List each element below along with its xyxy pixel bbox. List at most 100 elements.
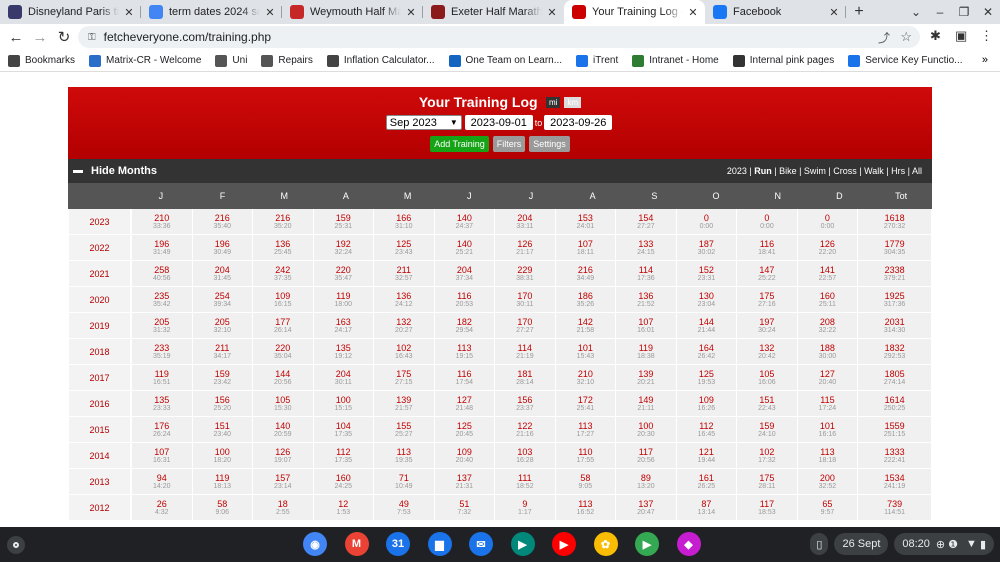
month-cell[interactable]: 125 19:53 <box>676 365 737 391</box>
month-cell[interactable]: 211 32:57 <box>374 261 434 287</box>
month-cell[interactable]: 112 16:45 <box>676 417 737 443</box>
share-icon[interactable]: ⤴ <box>878 29 890 46</box>
month-cell[interactable]: 135 19:12 <box>313 339 374 365</box>
filter-link-hrs[interactable]: Hrs <box>891 166 905 176</box>
month-cell[interactable]: 127 21:48 <box>434 391 495 417</box>
month-cell[interactable]: 119 18:13 <box>192 469 253 495</box>
unit-km-toggle[interactable]: km <box>564 97 582 108</box>
month-cell[interactable]: 216 34:49 <box>555 261 616 287</box>
month-cell[interactable]: 242 37:35 <box>253 261 313 287</box>
month-cell[interactable]: 156 23:37 <box>495 391 555 417</box>
bookmark-item[interactable]: Bookmarks <box>8 54 75 67</box>
month-cell[interactable]: 100 20:30 <box>616 417 676 443</box>
month-cell[interactable]: 200 32:52 <box>797 469 858 495</box>
month-cell[interactable]: 170 30:11 <box>495 287 555 313</box>
month-cell[interactable]: 175 28:11 <box>737 469 797 495</box>
year-cell[interactable]: 2017 <box>69 365 131 391</box>
month-cell[interactable]: 116 18:41 <box>737 235 797 261</box>
month-cell[interactable]: 100 15:15 <box>313 391 374 417</box>
extensions-icon[interactable]: ✱ <box>930 28 941 44</box>
close-tab-icon[interactable]: ✕ <box>264 6 276 19</box>
month-cell[interactable]: 197 30:24 <box>737 313 797 339</box>
minimize-icon[interactable]: – <box>928 5 952 19</box>
year-cell[interactable]: 2022 <box>69 235 131 261</box>
month-cell[interactable]: 1559 251:15 <box>858 417 931 443</box>
bookmark-item[interactable]: Intranet - Home <box>632 54 719 67</box>
new-tab-button[interactable]: + <box>846 0 872 24</box>
close-tab-icon[interactable]: ✕ <box>546 6 558 19</box>
month-cell[interactable]: 0 0:00 <box>737 209 797 235</box>
close-tab-icon[interactable]: ✕ <box>405 6 417 19</box>
site-info-icon[interactable]: ⚿ <box>88 32 96 43</box>
calendar-icon[interactable]: 31 <box>386 532 410 556</box>
month-cell[interactable]: 258 40:56 <box>132 261 192 287</box>
filter-link-bike[interactable]: Bike <box>779 166 797 176</box>
menu-icon[interactable]: ⋮ <box>980 28 993 44</box>
month-cell[interactable]: 137 20:47 <box>616 495 676 521</box>
month-cell[interactable]: 115 17:24 <box>797 391 858 417</box>
bookmark-item[interactable]: Repairs <box>261 54 313 67</box>
year-cell[interactable]: 2015 <box>69 417 131 443</box>
month-cell[interactable]: 94 14:20 <box>132 469 192 495</box>
month-cell[interactable]: 135 23:33 <box>132 391 192 417</box>
month-cell[interactable]: 1534 241:19 <box>858 469 931 495</box>
files-icon[interactable]: ▆ <box>427 532 452 556</box>
tab-search-icon[interactable]: ⌄ <box>904 5 928 19</box>
filter-link-all[interactable]: All <box>912 166 922 176</box>
month-cell[interactable]: 160 25:11 <box>797 287 858 313</box>
month-cell[interactable]: 220 35:04 <box>253 339 313 365</box>
gmail-icon[interactable]: M <box>344 532 369 556</box>
year-cell[interactable]: 2013 <box>69 469 131 495</box>
month-cell[interactable]: 151 22:43 <box>737 391 797 417</box>
month-cell[interactable]: 58 9:06 <box>192 495 253 521</box>
month-cell[interactable]: 156 25:20 <box>192 391 253 417</box>
reload-icon[interactable]: ↻ <box>52 28 76 46</box>
more-bookmarks-icon[interactable]: » <box>982 54 988 66</box>
month-cell[interactable]: 136 24:12 <box>374 287 434 313</box>
system-tray[interactable]: 08:20 ⊕ ❶ ▼ ▮ <box>894 533 994 555</box>
bookmark-item[interactable]: Internal pink pages <box>732 54 834 67</box>
month-cell[interactable]: 229 38:31 <box>495 261 555 287</box>
month-cell[interactable]: 87 13:14 <box>676 495 737 521</box>
month-cell[interactable]: 142 21:58 <box>555 313 616 339</box>
month-cell[interactable]: 102 16:43 <box>374 339 434 365</box>
forward-icon[interactable]: → <box>28 29 52 46</box>
bookmark-star-icon[interactable]: ☆ <box>900 29 912 45</box>
address-bar[interactable]: ⚿ fetcheveryone.com/training.php ⤴ ☆ <box>78 26 920 48</box>
filters-button[interactable]: Filters <box>492 136 526 152</box>
filter-link-walk[interactable]: Walk <box>864 166 884 176</box>
tab-6[interactable]: Facebook ✕ <box>705 0 846 24</box>
month-cell[interactable]: 111 18:52 <box>495 469 555 495</box>
month-cell[interactable]: 164 26:42 <box>676 339 737 365</box>
date-from-input[interactable]: 2023-09-01 <box>464 115 533 130</box>
month-cell[interactable]: 233 35:19 <box>132 339 192 365</box>
meet-icon[interactable]: ▶ <box>510 532 535 556</box>
tab-3[interactable]: Weymouth Half Marathon ✕ <box>282 0 423 24</box>
tab-1[interactable]: Disneyland Paris tickets ✕ <box>0 0 141 24</box>
month-cell[interactable]: 136 21:52 <box>616 287 676 313</box>
month-cell[interactable]: 166 31:10 <box>374 209 434 235</box>
month-cell[interactable]: 153 24:01 <box>555 209 616 235</box>
close-tab-icon[interactable]: ✕ <box>123 6 135 19</box>
year-cell[interactable]: 2021 <box>69 261 131 287</box>
month-cell[interactable]: 0 0:00 <box>676 209 737 235</box>
month-cell[interactable]: 172 25:41 <box>555 391 616 417</box>
month-cell[interactable]: 133 24:15 <box>616 235 676 261</box>
settings-button[interactable]: Settings <box>529 136 570 152</box>
month-cell[interactable]: 204 30:11 <box>313 365 374 391</box>
month-cell[interactable]: 1925 317:36 <box>858 287 931 313</box>
hide-months-toggle[interactable]: Hide Months <box>73 165 157 177</box>
month-cell[interactable]: 216 35:40 <box>192 209 253 235</box>
add-training-button[interactable]: Add Training <box>430 136 489 152</box>
app-icon[interactable]: ◆ <box>676 532 701 556</box>
bookmark-item[interactable]: Uni <box>215 54 247 67</box>
month-cell[interactable]: 182 29:54 <box>434 313 495 339</box>
month-cell[interactable]: 127 20:40 <box>797 365 858 391</box>
month-cell[interactable]: 220 35:47 <box>313 261 374 287</box>
year-cell[interactable]: 2018 <box>69 339 131 365</box>
month-cell[interactable]: 113 17:27 <box>555 417 616 443</box>
bookmark-item[interactable]: Matrix-CR - Welcome <box>89 54 201 67</box>
month-cell[interactable]: 0 0:00 <box>797 209 858 235</box>
filter-link-swim[interactable]: Swim <box>804 166 826 176</box>
month-cell[interactable]: 51 7:32 <box>434 495 495 521</box>
